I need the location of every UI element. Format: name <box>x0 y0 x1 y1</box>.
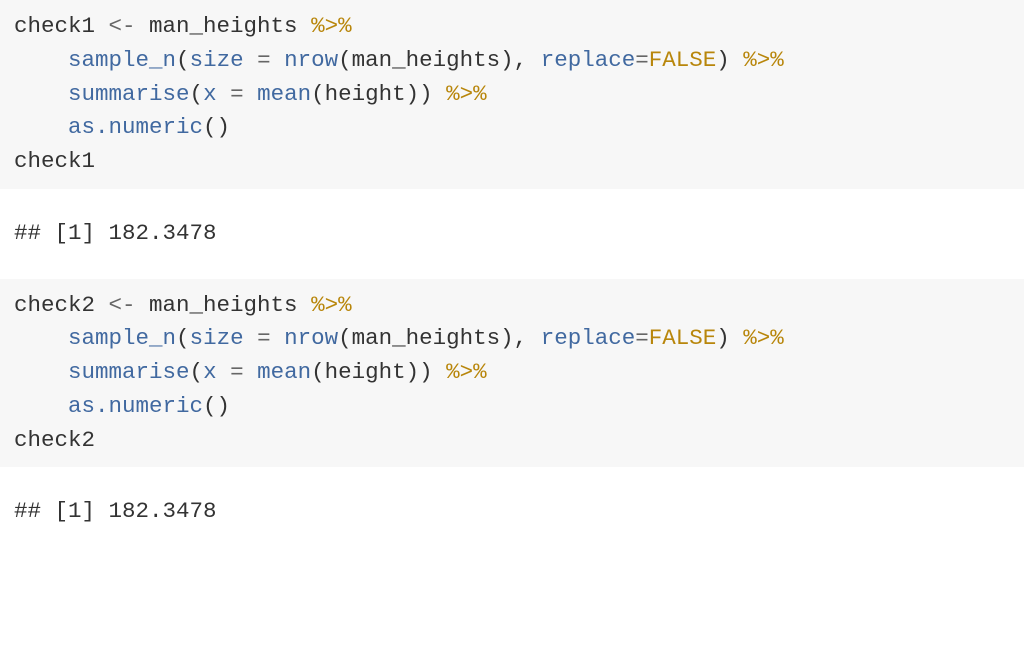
code-token: size <box>190 325 244 351</box>
code-token <box>217 359 231 385</box>
code-token <box>14 81 68 107</box>
code-token <box>14 47 68 73</box>
code-token: man_heights <box>136 13 312 39</box>
code-line: as.numeric() <box>14 390 1010 424</box>
code-token <box>14 114 68 140</box>
code-token <box>244 359 258 385</box>
code-token <box>271 47 285 73</box>
code-token: (height)) <box>311 359 446 385</box>
code-token: ) <box>716 47 743 73</box>
page: check1 <- man_heights %>% sample_n(size … <box>0 0 1024 577</box>
code-token: man_heights <box>136 292 312 318</box>
code-token: check1 <box>14 148 95 174</box>
code-token: () <box>203 393 230 419</box>
code-token: nrow <box>284 325 338 351</box>
code-token: summarise <box>68 359 190 385</box>
code-token: sample_n <box>68 325 176 351</box>
code-token: (height)) <box>311 81 446 107</box>
code-token: <- <box>109 13 136 39</box>
code-token: check2 <box>14 292 109 318</box>
code-line: sample_n(size = nrow(man_heights), repla… <box>14 44 1010 78</box>
code-token: (man_heights), <box>338 47 541 73</box>
code-token: %>% <box>311 292 352 318</box>
code-token: = <box>635 325 649 351</box>
code-token <box>14 325 68 351</box>
code-token: = <box>257 47 271 73</box>
code-token: mean <box>257 81 311 107</box>
code-token <box>14 393 68 419</box>
code-token: summarise <box>68 81 190 107</box>
code-token <box>244 47 258 73</box>
code-token: check2 <box>14 427 95 453</box>
code-token: ( <box>190 81 204 107</box>
code-line: summarise(x = mean(height)) %>% <box>14 356 1010 390</box>
code-token: check1 <box>14 13 109 39</box>
code-token <box>244 81 258 107</box>
code-token: ( <box>176 47 190 73</box>
code-token: FALSE <box>649 325 717 351</box>
code-token: = <box>230 81 244 107</box>
code-token: ) <box>716 325 743 351</box>
code-token: = <box>257 325 271 351</box>
code-token: FALSE <box>649 47 717 73</box>
code-token: mean <box>257 359 311 385</box>
code-line: check2 <- man_heights %>% <box>14 289 1010 323</box>
output-block-2: ## [1] 182.3478 <box>0 485 1024 539</box>
code-token: as.numeric <box>68 114 203 140</box>
code-token <box>271 325 285 351</box>
output-block-1: ## [1] 182.3478 <box>0 207 1024 261</box>
code-token: nrow <box>284 47 338 73</box>
code-token: %>% <box>446 81 487 107</box>
code-line: sample_n(size = nrow(man_heights), repla… <box>14 322 1010 356</box>
code-token: %>% <box>743 325 784 351</box>
code-token: <- <box>109 292 136 318</box>
code-line: check1 <- man_heights %>% <box>14 10 1010 44</box>
code-token: %>% <box>743 47 784 73</box>
code-line: summarise(x = mean(height)) %>% <box>14 78 1010 112</box>
code-token: (man_heights), <box>338 325 541 351</box>
code-token: x <box>203 359 217 385</box>
code-token <box>14 359 68 385</box>
code-block-1: check1 <- man_heights %>% sample_n(size … <box>0 0 1024 189</box>
code-token: as.numeric <box>68 393 203 419</box>
code-token: = <box>230 359 244 385</box>
code-token <box>244 325 258 351</box>
code-token: %>% <box>446 359 487 385</box>
code-line: check1 <box>14 145 1010 179</box>
code-token: sample_n <box>68 47 176 73</box>
code-token: replace <box>541 325 636 351</box>
code-token: size <box>190 47 244 73</box>
code-block-2: check2 <- man_heights %>% sample_n(size … <box>0 279 1024 468</box>
code-token <box>217 81 231 107</box>
code-line: check2 <box>14 424 1010 458</box>
code-token: ( <box>190 359 204 385</box>
code-token: = <box>635 47 649 73</box>
code-line: as.numeric() <box>14 111 1010 145</box>
code-token: replace <box>541 47 636 73</box>
code-token: ( <box>176 325 190 351</box>
code-token: %>% <box>311 13 352 39</box>
code-token: () <box>203 114 230 140</box>
code-token: x <box>203 81 217 107</box>
